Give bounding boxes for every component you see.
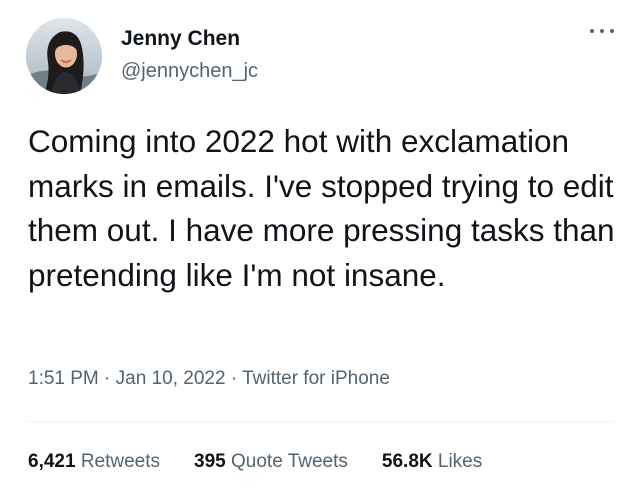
profile-photo-icon [26,18,102,94]
quote-tweets-stat[interactable]: 395 Quote Tweets [194,449,348,475]
avatar[interactable] [26,18,102,94]
tweet-date[interactable]: Jan 10, 2022 [116,368,226,389]
meta-separator: · [230,368,238,389]
tweet-meta: 1:51 PM · Jan 10, 2022 · Twitter for iPh… [28,366,390,392]
tweet-source[interactable]: Twitter for iPhone [242,368,390,389]
likes-count: 56.8K [381,451,433,472]
quote-tweets-label: Quote Tweets [231,451,348,472]
quote-tweets-count: 395 [194,451,226,472]
more-options-button[interactable] [590,24,614,38]
tweet-card: Jenny Chen @jennychen_jc Coming into 202… [0,0,640,501]
tweet-text: Coming into 2022 hot with exclamation ma… [28,123,615,293]
more-horizontal-icon-dot [610,29,614,33]
tweet-header: Jenny Chen @jennychen_jc [26,18,620,98]
display-name[interactable]: Jenny Chen [121,26,258,52]
more-horizontal-icon-dot [600,29,604,33]
user-handle[interactable]: @jennychen_jc [121,58,258,84]
meta-separator: · [104,368,111,389]
author-names: Jenny Chen @jennychen_jc [121,26,258,84]
retweets-stat[interactable]: 6,421 Retweets [28,449,160,475]
more-horizontal-icon [590,29,594,33]
retweets-label: Retweets [80,451,161,472]
retweets-count: 6,421 [28,451,76,472]
likes-label: Likes [437,451,483,472]
tweet-stats: 6,421 Retweets 395 Quote Tweets 56.8K Li… [28,449,482,475]
likes-stat[interactable]: 56.8K Likes [382,449,482,475]
tweet-time[interactable]: 1:51 PM [28,368,99,389]
divider [28,421,614,422]
